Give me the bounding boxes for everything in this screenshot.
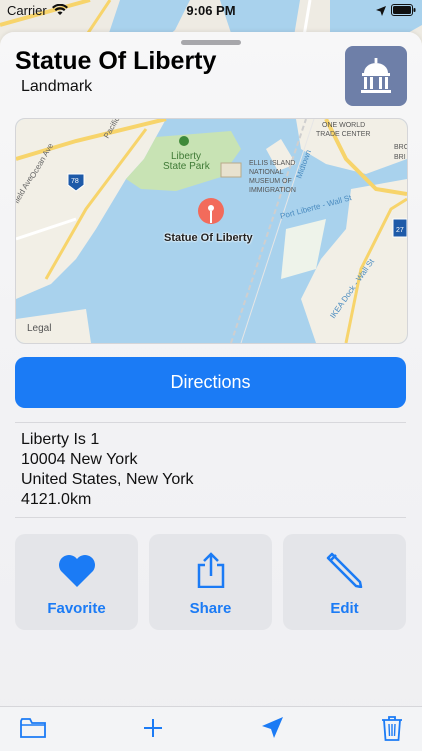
divider bbox=[15, 422, 406, 423]
share-button[interactable]: Share bbox=[149, 534, 272, 630]
battery-icon bbox=[391, 4, 416, 19]
map-legal-link[interactable]: Legal bbox=[27, 323, 51, 334]
plus-icon[interactable] bbox=[140, 713, 166, 743]
map-label-park2: State Park bbox=[163, 161, 211, 172]
map-label-ellis: ELLIS ISLAND bbox=[249, 160, 295, 167]
location-arrow-icon[interactable] bbox=[258, 713, 286, 743]
map-label-ellis-2: NATIONAL bbox=[249, 169, 284, 176]
map-label-ellis-4: IMMIGRATION bbox=[249, 187, 296, 194]
location-services-icon bbox=[376, 4, 386, 19]
map-pin-label: Statue Of Liberty bbox=[164, 232, 253, 244]
map-label-wtc-2: TRADE CENTER bbox=[316, 131, 370, 138]
pencil-icon bbox=[326, 550, 364, 588]
sheet-grabber[interactable] bbox=[181, 40, 241, 45]
place-detail-sheet: Statue Of Liberty Landmark Liberty State… bbox=[0, 32, 422, 750]
favorite-label: Favorite bbox=[47, 600, 106, 617]
map-label-bri: BRI bbox=[394, 154, 406, 161]
status-bar: Carrier 9:06 PM bbox=[0, 0, 422, 22]
status-time: 9:06 PM bbox=[186, 3, 236, 18]
park-icon bbox=[179, 136, 189, 146]
map-label-27: 27 bbox=[396, 227, 404, 234]
map-label-wtc: ONE WORLD bbox=[322, 122, 365, 129]
address-city: 10004 New York bbox=[21, 451, 138, 468]
landmark-building-icon bbox=[345, 46, 407, 106]
edit-label: Edit bbox=[330, 600, 359, 617]
bottom-toolbar bbox=[0, 706, 422, 751]
distance-label: 4121.0km bbox=[21, 491, 92, 508]
place-title: Statue Of Liberty bbox=[15, 47, 217, 75]
folder-icon[interactable] bbox=[18, 713, 48, 743]
edit-button[interactable]: Edit bbox=[283, 534, 406, 630]
trash-icon[interactable] bbox=[378, 713, 406, 743]
heart-icon bbox=[58, 550, 96, 588]
divider bbox=[15, 517, 406, 518]
map-label-bro: BRO bbox=[394, 144, 407, 151]
map-pin-icon[interactable] bbox=[198, 198, 224, 224]
favorite-button[interactable]: Favorite bbox=[15, 534, 138, 630]
action-buttons: Favorite Share Edit bbox=[15, 534, 406, 630]
map-label-78: 78 bbox=[71, 178, 79, 185]
address-block: Liberty Is 1 10004 New York United State… bbox=[21, 430, 194, 510]
map-preview[interactable]: Liberty State Park ELLIS ISLAND NATIONAL… bbox=[15, 118, 408, 344]
directions-button[interactable]: Directions bbox=[15, 357, 406, 408]
share-label: Share bbox=[189, 600, 232, 617]
map-label-ellis-3: MUSEUM OF bbox=[249, 178, 292, 185]
address-street: Liberty Is 1 bbox=[21, 431, 100, 448]
address-country: United States, New York bbox=[21, 471, 194, 488]
share-icon bbox=[196, 550, 226, 588]
place-category: Landmark bbox=[21, 78, 93, 95]
